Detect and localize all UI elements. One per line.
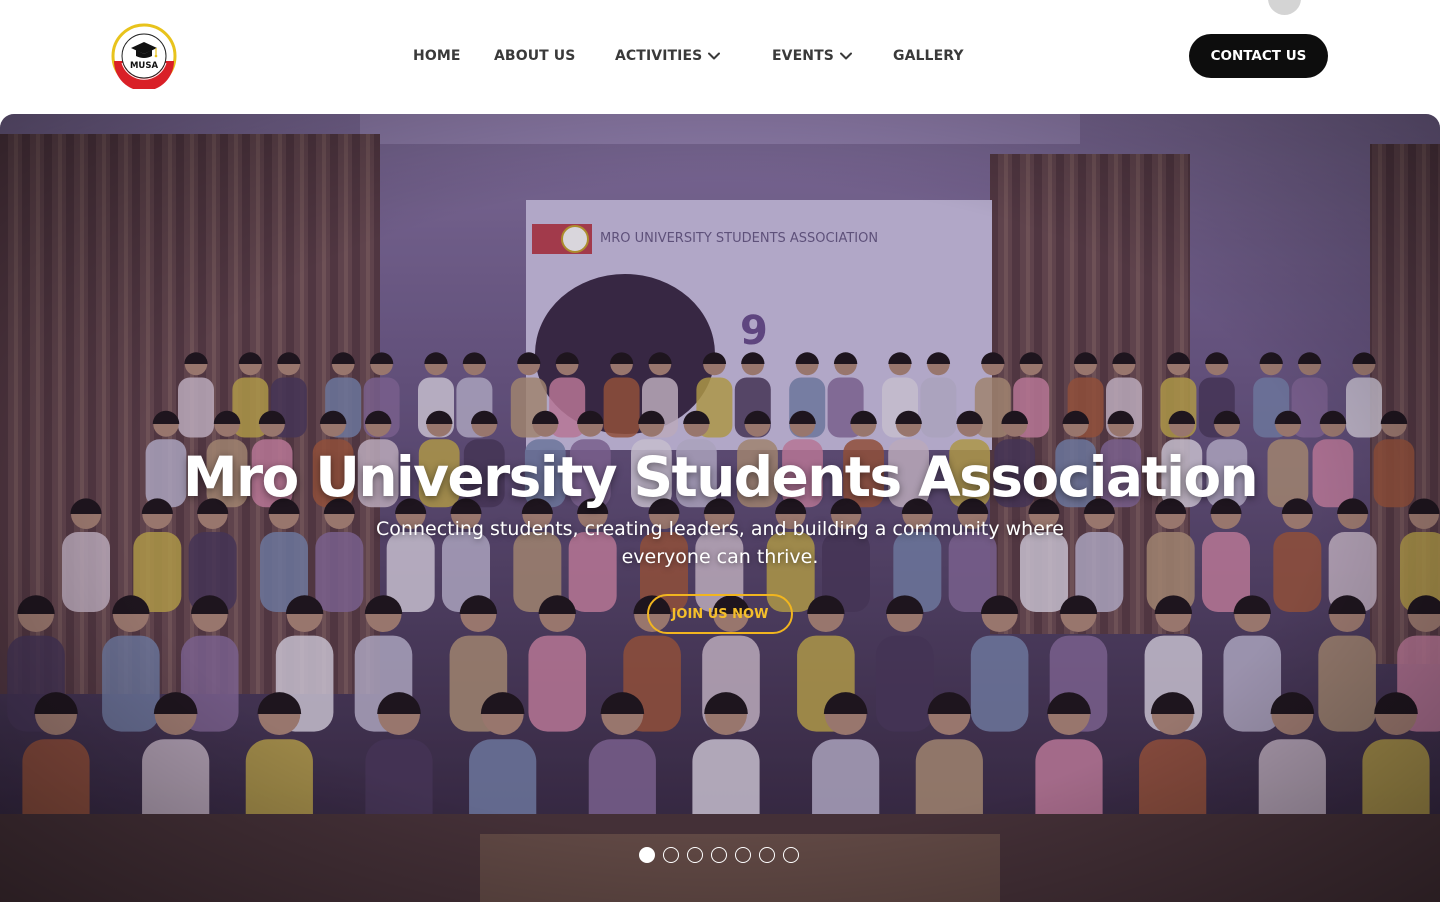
nav-gallery[interactable]: GALLERY [893,46,964,66]
nav-home[interactable]: HOME [413,46,461,66]
logo-text: MUSA [129,61,159,71]
nav-activities-label: ACTIVITIES [615,48,703,64]
nav-gallery-label: GALLERY [893,48,964,64]
musa-logo-icon [111,23,177,91]
slider-dot[interactable] [735,847,751,863]
site-header: MUSA HOME ABOUT US ACTIVITIES EVENTS GAL… [0,0,1440,114]
nav-events[interactable]: EVENTS [772,46,852,66]
slider-dot[interactable] [783,847,799,863]
site-logo[interactable]: MUSA [111,23,177,91]
contact-us-button[interactable]: CONTACT US [1189,34,1328,78]
join-us-button[interactable]: JOIN US NOW [647,594,793,634]
slider-dot[interactable] [759,847,775,863]
slider-dot[interactable] [687,847,703,863]
chevron-down-icon [839,52,852,60]
nav-activities[interactable]: ACTIVITIES [615,46,721,66]
nav-about[interactable]: ABOUT US [494,46,575,66]
hero-title: Mro University Students Association [182,445,1259,509]
nav-events-label: EVENTS [772,48,834,64]
slider-dot[interactable] [711,847,727,863]
slider-dot[interactable] [663,847,679,863]
chevron-down-icon [708,52,721,60]
nav-home-label: HOME [413,48,461,64]
scroll-indicator [1268,0,1301,15]
nav-about-label: ABOUT US [494,48,576,64]
hero-slider: MRO UNIVERSITY STUDENTS ASSOCIATION 9 Mr… [0,114,1440,902]
hero-subtitle: Connecting students, creating leaders, a… [376,518,1064,568]
slider-dot[interactable] [639,847,655,863]
slider-dots [639,847,799,863]
